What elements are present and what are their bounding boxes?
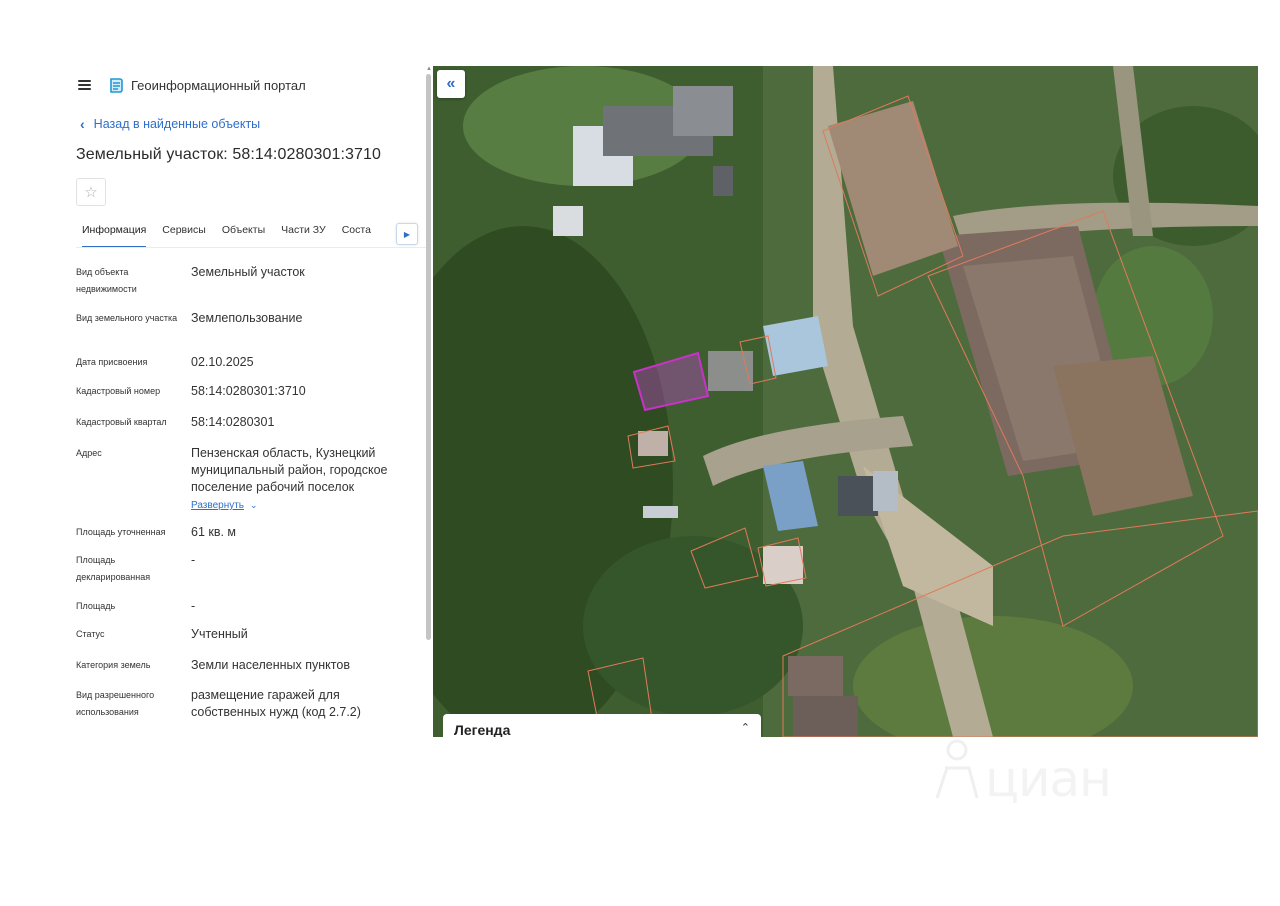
- info-row: Площадь декларированная -: [76, 552, 406, 598]
- info-label: Дата присвоения: [76, 357, 148, 367]
- address-text: Пензенская область, Кузнецкий муниципаль…: [191, 446, 388, 494]
- info-value: Земельный участок: [191, 265, 305, 279]
- info-row: Вид разрешенного использования размещени…: [76, 687, 406, 727]
- collapse-panel-button[interactable]: «: [437, 70, 465, 98]
- watermark-logo-icon: [935, 739, 979, 799]
- info-row: Дата присвоения 02.10.2025: [76, 354, 406, 383]
- chevron-down-icon: ⌄: [250, 500, 258, 510]
- satellite-imagery: [433, 66, 1258, 737]
- info-value: Землепользование: [191, 311, 303, 325]
- tab-services[interactable]: Сервисы: [162, 222, 206, 247]
- info-value: 02.10.2025: [191, 355, 254, 369]
- app-title: Геоинформационный портал: [131, 77, 306, 93]
- star-icon: ☆: [84, 184, 98, 201]
- tab-plot-parts[interactable]: Части ЗУ: [281, 222, 326, 247]
- info-row: Адрес Пензенская область, Кузнецкий муни…: [76, 445, 406, 524]
- info-panel: Геоинформационный портал ‹ Назад в найде…: [64, 66, 433, 738]
- tab-bar: Информация Сервисы Объекты Части ЗУ Соста: [76, 222, 431, 248]
- tab-scroll-right-button[interactable]: ▶: [396, 223, 418, 245]
- portal-logo-icon: [110, 78, 123, 93]
- info-label: Кадастровый номер: [76, 386, 161, 396]
- info-label: Вид объекта недвижимости: [76, 267, 137, 294]
- info-value: -: [191, 599, 196, 613]
- tab-information[interactable]: Информация: [82, 222, 147, 247]
- legend-panel[interactable]: Легенда ⌃⌄: [443, 714, 761, 737]
- info-row: Площадь уточненная 61 кв. м: [76, 524, 406, 552]
- info-label: Кадастровый квартал: [76, 417, 167, 427]
- scroll-up-icon: ▲: [426, 66, 432, 72]
- info-value: размещение гаражей для собственных нужд …: [191, 688, 361, 719]
- tab-objects[interactable]: Объекты: [222, 222, 265, 247]
- info-value-address: Пензенская область, Кузнецкий муниципаль…: [191, 445, 406, 515]
- expand-label: Развернуть: [191, 500, 245, 511]
- info-row: Вид объекта недвижимости Земельный участ…: [76, 264, 406, 310]
- info-value: -: [191, 553, 196, 567]
- scrollbar-thumb[interactable]: [426, 74, 431, 640]
- info-label: Статус: [76, 629, 105, 639]
- info-value: 61 кв. м: [191, 525, 237, 539]
- panel-scrollbar[interactable]: ▲: [425, 66, 432, 738]
- watermark-text: циан: [985, 750, 1112, 808]
- back-to-results-link[interactable]: ‹ Назад в найденные объекты: [80, 116, 260, 132]
- info-value: Учтенный: [191, 627, 248, 641]
- favorite-button[interactable]: ☆: [76, 178, 106, 206]
- info-value: 58:14:0280301:3710: [191, 384, 306, 398]
- info-value: Земли населенных пунктов: [191, 658, 350, 672]
- info-row: Вид земельного участка Землепользование: [76, 310, 406, 354]
- info-row: Кадастровый номер 58:14:0280301:3710: [76, 383, 406, 414]
- hamburger-icon[interactable]: [76, 78, 94, 92]
- legend-title: Легенда: [454, 722, 511, 737]
- watermark: циан: [927, 736, 1132, 808]
- info-label: Площадь уточненная: [76, 527, 166, 537]
- tab-composition[interactable]: Соста: [342, 222, 371, 247]
- back-link-label: Назад в найденные объекты: [93, 117, 261, 131]
- info-label: Вид разрешенного использования: [76, 690, 155, 717]
- satellite-map[interactable]: « Легенда ⌃⌄: [433, 66, 1258, 737]
- expand-address-link[interactable]: Развернуть ⌄: [191, 496, 406, 515]
- chevron-left-icon: ‹: [80, 116, 85, 132]
- info-label: Категория земель: [76, 660, 151, 670]
- info-row: Категория земель Земли населенных пункто…: [76, 657, 406, 687]
- double-chevron-left-icon: «: [446, 75, 456, 92]
- info-list: Вид объекта недвижимости Земельный участ…: [76, 264, 406, 727]
- info-row: Статус Учтенный: [76, 626, 406, 657]
- page-title: Земельный участок: 58:14:0280301:3710: [76, 146, 382, 163]
- info-value: 58:14:0280301: [191, 415, 275, 429]
- info-row: Кадастровый квартал 58:14:0280301: [76, 414, 406, 445]
- unfold-icon[interactable]: ⌃⌄: [741, 722, 750, 737]
- info-label: Адрес: [76, 448, 102, 458]
- info-row: Площадь -: [76, 598, 406, 626]
- info-label: Площадь: [76, 601, 116, 611]
- info-label: Площадь декларированная: [76, 555, 151, 582]
- top-bar: Геоинформационный портал: [76, 74, 306, 96]
- info-label: Вид земельного участка: [76, 313, 178, 323]
- triangle-right-icon: ▶: [403, 229, 411, 239]
